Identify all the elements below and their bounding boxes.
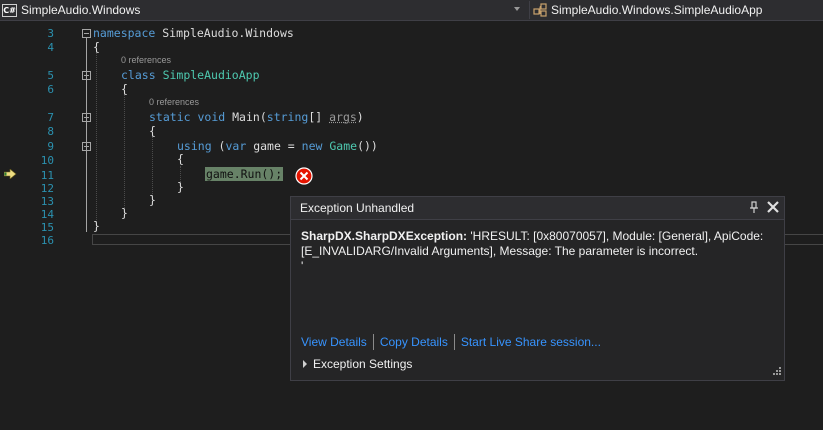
codelens-references[interactable]: 0 references bbox=[121, 55, 171, 65]
pin-icon[interactable] bbox=[747, 200, 761, 214]
code-line-5: class SimpleAudioApp bbox=[121, 68, 260, 82]
code-line-15: } bbox=[93, 219, 100, 233]
code-line-6: { bbox=[121, 82, 128, 96]
code-line-13: } bbox=[149, 193, 156, 207]
indent-guide bbox=[96, 52, 97, 230]
code-line-10: { bbox=[177, 152, 184, 166]
keyword: namespace bbox=[93, 26, 156, 40]
code-line-9: using (var game = new Game()) bbox=[177, 139, 378, 153]
codelens-references[interactable]: 0 references bbox=[149, 97, 199, 107]
link-separator bbox=[372, 334, 374, 350]
code-line-14: } bbox=[121, 206, 128, 220]
method-name: Main bbox=[232, 110, 260, 124]
exception-helper-popup: Exception Unhandled SharpDX.SharpDXExcep… bbox=[290, 196, 785, 381]
indent-guide bbox=[124, 94, 125, 212]
punctuation: ( bbox=[259, 110, 267, 124]
exception-settings-label: Exception Settings bbox=[313, 357, 413, 371]
exception-type: SharpDX.SharpDXException: bbox=[301, 229, 468, 243]
popup-header[interactable]: Exception Unhandled bbox=[291, 197, 784, 220]
namespace-name: SimpleAudio.Windows bbox=[162, 26, 294, 40]
close-icon[interactable] bbox=[766, 200, 780, 214]
exception-text-tail: ' bbox=[301, 259, 304, 273]
keyword: new bbox=[301, 139, 323, 153]
punctuation: ) bbox=[356, 110, 364, 124]
exception-actions: View Details Copy Details Start Live Sha… bbox=[301, 334, 601, 350]
type-name: Game bbox=[329, 139, 358, 153]
exception-message: SharpDX.SharpDXException: 'HRESULT: [0x8… bbox=[301, 229, 771, 274]
indent-guide bbox=[152, 136, 153, 200]
current-statement-highlight[interactable]: game.Run(); bbox=[205, 167, 284, 181]
code-line-3: namespace SimpleAudio.Windows bbox=[93, 26, 294, 40]
punctuation: ()) bbox=[357, 139, 378, 153]
parameter-name: args bbox=[329, 110, 357, 124]
keyword: static bbox=[149, 110, 191, 124]
class-name: SimpleAudioApp bbox=[162, 68, 260, 82]
keyword: void bbox=[197, 110, 226, 124]
live-share-link[interactable]: Start Live Share session... bbox=[461, 335, 601, 349]
popup-title: Exception Unhandled bbox=[300, 201, 415, 215]
code-line-12: } bbox=[177, 180, 184, 194]
resize-grip-icon[interactable] bbox=[771, 367, 781, 377]
keyword: class bbox=[121, 68, 156, 82]
punctuation: ( bbox=[211, 139, 226, 153]
variable-declaration: game = bbox=[246, 139, 302, 153]
error-icon[interactable] bbox=[295, 167, 313, 185]
view-details-link[interactable]: View Details bbox=[301, 335, 367, 349]
keyword: string bbox=[266, 110, 309, 124]
code-line-8: { bbox=[149, 124, 156, 138]
collapse-class-icon[interactable] bbox=[82, 71, 91, 80]
collapse-using-icon[interactable] bbox=[82, 142, 91, 151]
keyword: using bbox=[177, 139, 212, 153]
chevron-right-icon bbox=[303, 360, 307, 368]
collapse-method-icon[interactable] bbox=[82, 113, 91, 122]
copy-details-link[interactable]: Copy Details bbox=[380, 335, 448, 349]
code-line-7: static void Main(string[] args) bbox=[149, 110, 364, 124]
outline-line bbox=[86, 38, 87, 232]
code-line-4: { bbox=[93, 40, 100, 54]
exception-settings-expander[interactable]: Exception Settings bbox=[303, 357, 412, 371]
link-separator bbox=[453, 334, 455, 350]
punctuation: [] bbox=[308, 110, 330, 124]
code-line-11[interactable]: game.Run(); bbox=[205, 167, 284, 181]
keyword: var bbox=[225, 139, 247, 153]
collapse-namespace-icon[interactable] bbox=[82, 29, 91, 38]
